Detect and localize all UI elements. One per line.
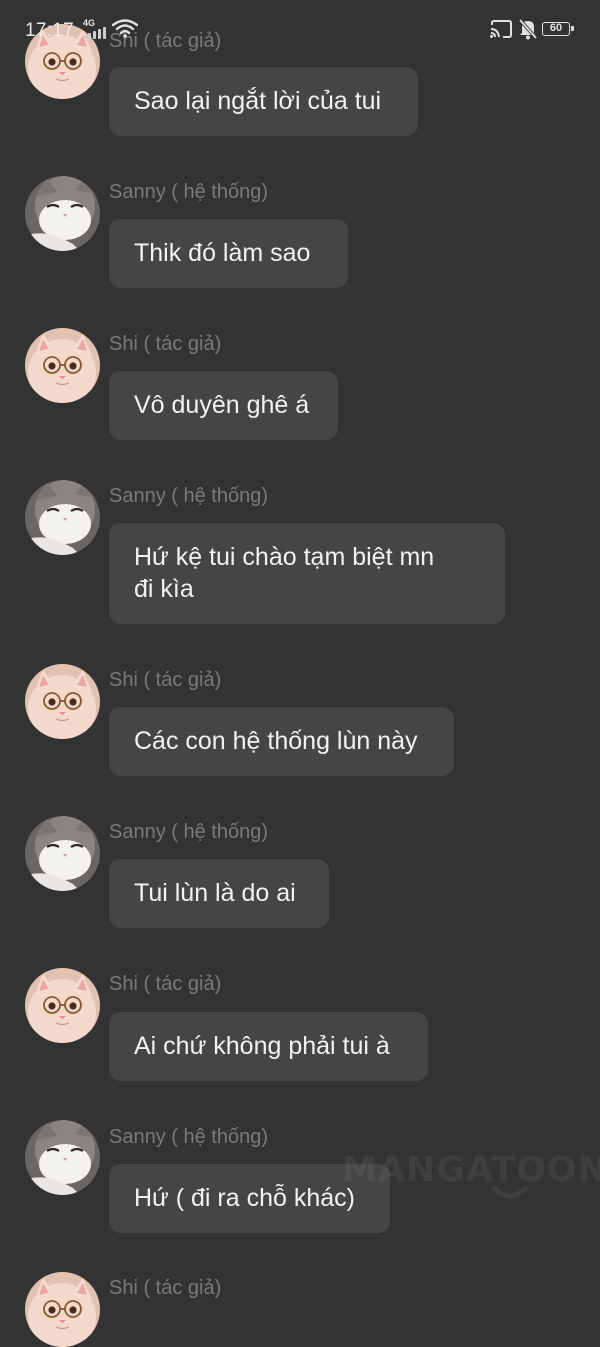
status-time: 17:17 (25, 20, 75, 41)
sender-name: Sanny ( hệ thống) (109, 181, 268, 203)
cast-icon (490, 20, 512, 38)
sender-name: Shi ( tác giả) (109, 1277, 222, 1299)
battery-icon: 60 (542, 22, 574, 36)
message-bubble[interactable]: Thik đó làm sao (109, 219, 348, 288)
wifi-icon (112, 19, 138, 38)
message-bubble[interactable]: Sao lại ngắt lời của tui (109, 67, 418, 136)
avatar[interactable] (25, 816, 100, 891)
message-bubble[interactable]: Hứ kệ tui chào tạm biệt mn đi kìa (109, 523, 505, 624)
sender-name: Shi ( tác giả) (109, 669, 222, 691)
avatar[interactable] (25, 328, 100, 403)
sender-name: Shi ( tác giả) (109, 333, 222, 355)
sender-name: Shi ( tác giả) (109, 973, 222, 995)
watermark-smile-icon (492, 1186, 528, 1199)
avatar[interactable] (25, 664, 100, 739)
watermark-logo: MANGATOON (342, 1150, 600, 1206)
status-bar: 17:17 4G 60 (0, 0, 600, 60)
avatar[interactable] (25, 1272, 100, 1347)
sender-name: Sanny ( hệ thống) (109, 485, 268, 507)
message-bubble[interactable]: Vô duyên ghê á (109, 371, 338, 440)
avatar[interactable] (25, 968, 100, 1043)
message-bubble[interactable]: Tui lùn là do ai (109, 859, 329, 928)
sender-name: Sanny ( hệ thống) (109, 821, 268, 843)
signal-icon (83, 27, 109, 39)
sender-name: Sanny ( hệ thống) (109, 1126, 268, 1148)
avatar[interactable] (25, 1120, 100, 1195)
message-bubble[interactable]: Các con hệ thống lùn này (109, 707, 454, 776)
bell-off-icon (518, 18, 538, 40)
avatar[interactable] (25, 480, 100, 555)
watermark-text: MANGATOON (342, 1150, 600, 1190)
message-bubble[interactable]: Ai chứ không phải tui à (109, 1012, 428, 1081)
avatar[interactable] (25, 176, 100, 251)
